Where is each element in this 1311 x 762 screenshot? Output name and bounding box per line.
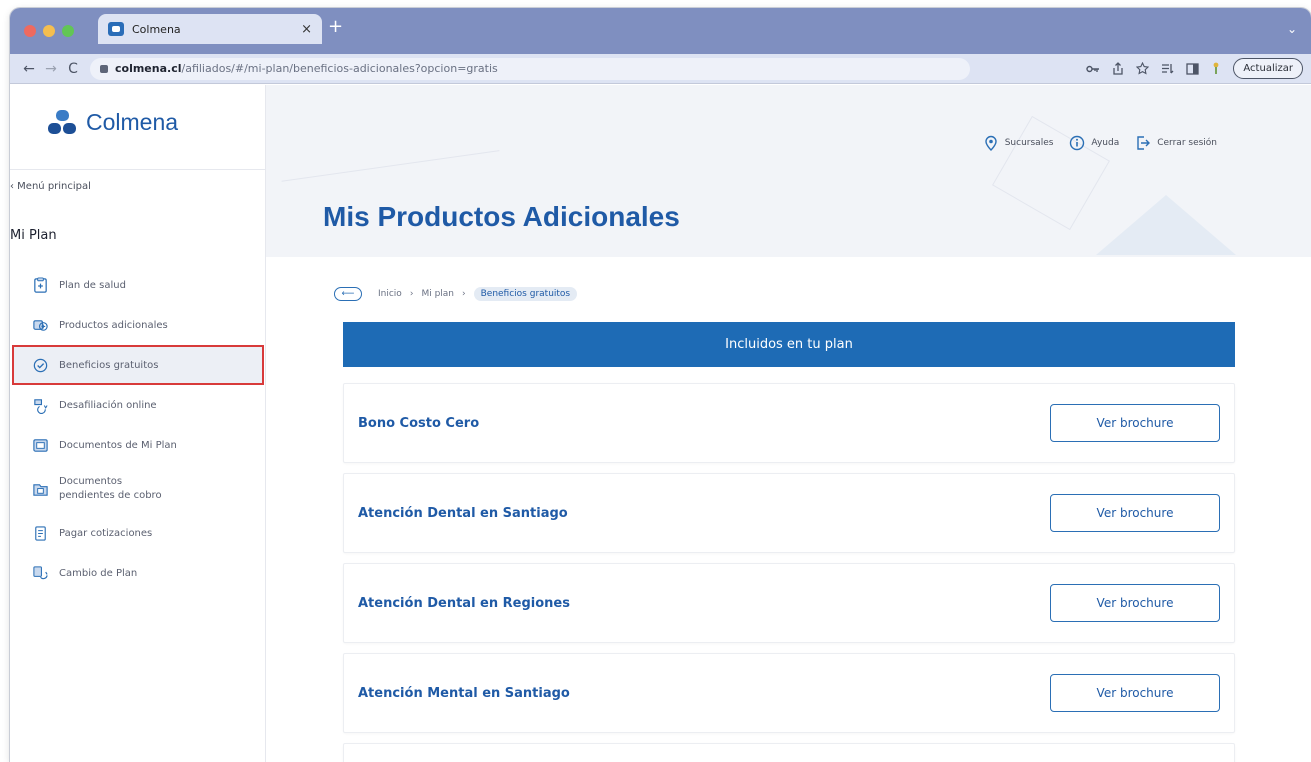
sidebar-nav: Plan de salud Productos adicionales Bene… (10, 265, 266, 593)
breadcrumb-back-button[interactable]: ⟵ (334, 287, 362, 301)
decorative-hexagon (992, 115, 1110, 231)
sidebar-item-productos-adicionales[interactable]: Productos adicionales (10, 305, 266, 345)
url-host: colmena.cl (115, 62, 182, 75)
health-plan-document-icon (34, 276, 47, 293)
sidebar-item-label: Productos adicionales (59, 319, 168, 331)
sidebar-item-label: Documentos de Mi Plan (59, 439, 177, 451)
view-brochure-button[interactable]: Ver brochure (1050, 584, 1220, 622)
colmena-logo-icon (48, 109, 78, 136)
logout-link[interactable]: Cerrar sesión (1135, 135, 1217, 151)
forward-button[interactable]: → (40, 61, 62, 77)
benefit-name: Bono Costo Cero (358, 415, 480, 431)
sidebar: Colmena ‹ Menú principal Mi Plan Plan de… (10, 85, 266, 762)
bookmark-star-icon[interactable] (1136, 62, 1150, 75)
update-browser-button[interactable]: Actualizar (1233, 58, 1303, 79)
benefit-name: Atención Mental en Santiago (358, 685, 570, 701)
minimize-window-button[interactable] (43, 25, 55, 37)
page: Colmena ‹ Menú principal Mi Plan Plan de… (10, 85, 1311, 762)
sidebar-item-documentos-pendientes[interactable]: Documentos pendientes de cobro (10, 465, 266, 513)
plan-documents-icon (33, 438, 48, 452)
browser-toolbar: ← → C colmena.cl /afiliados/#/mi-plan/be… (10, 54, 1311, 84)
breadcrumb-separator: › (409, 289, 414, 299)
branches-label: Sucursales (1004, 138, 1054, 148)
colmena-logo[interactable]: Colmena (48, 109, 178, 136)
branches-link[interactable]: Sucursales (983, 135, 1054, 151)
extension-icon[interactable] (1211, 62, 1221, 75)
key-icon[interactable] (1086, 64, 1100, 74)
sidebar-item-label: Plan de salud (59, 279, 126, 291)
benefit-card: Atención Dental en Santiago Ver brochure (343, 473, 1235, 553)
main-menu-back-link[interactable]: ‹ Menú principal (10, 181, 91, 192)
sidebar-item-label: Beneficios gratuitos (59, 359, 159, 371)
pay-contributions-icon (35, 525, 46, 541)
address-bar[interactable]: colmena.cl /afiliados/#/mi-plan/benefici… (90, 57, 970, 80)
help-link[interactable]: Ayuda (1069, 135, 1119, 151)
section-title: Mi Plan (10, 228, 57, 243)
share-icon[interactable] (1112, 62, 1124, 75)
lock-icon (100, 64, 108, 73)
tab-title: Colmena (132, 22, 181, 36)
info-icon (1070, 135, 1085, 151)
sidebar-item-desafiliacion-online[interactable]: Desafiliación online (10, 385, 266, 425)
window-controls (24, 25, 74, 37)
browser-tab[interactable]: Colmena × (98, 14, 322, 44)
change-plan-icon (33, 565, 48, 579)
sidebar-item-documentos-mi-plan[interactable]: Documentos de Mi Plan (10, 425, 266, 465)
sidebar-item-label: Desafiliación online (59, 399, 157, 411)
breadcrumb-separator: › (462, 289, 466, 299)
view-brochure-button[interactable]: Ver brochure (1050, 404, 1220, 442)
benefit-card-partial (343, 743, 1235, 762)
page-header-banner: Sucursales Ayuda Cerrar sesión Mis Produ… (266, 85, 1311, 257)
benefit-list: Bono Costo Cero Ver brochure Atención De… (343, 383, 1235, 762)
new-tab-button[interactable]: + (328, 18, 343, 36)
sidebar-item-cambio-de-plan[interactable]: Cambio de Plan (10, 553, 266, 593)
close-window-button[interactable] (24, 25, 36, 37)
side-panel-icon[interactable] (1186, 62, 1200, 75)
breadcrumb-item-inicio[interactable]: Inicio (378, 289, 402, 299)
view-brochure-button[interactable]: Ver brochure (1050, 494, 1220, 532)
tab-close-icon[interactable]: × (301, 22, 312, 37)
header-links: Sucursales Ayuda Cerrar sesión (983, 135, 1217, 151)
benefit-card: Bono Costo Cero Ver brochure (343, 383, 1235, 463)
disaffiliation-icon (34, 398, 48, 414)
breadcrumb-item-mi-plan[interactable]: Mi plan (421, 289, 454, 299)
benefit-name: Atención Dental en Santiago (358, 505, 568, 521)
back-button[interactable]: ← (18, 61, 40, 77)
sidebar-item-plan-de-salud[interactable]: Plan de salud (10, 265, 266, 305)
logout-icon (1137, 136, 1151, 150)
location-pin-icon (985, 135, 997, 151)
benefit-card: Atención Dental en Regiones Ver brochure (343, 563, 1235, 643)
browser-window: Colmena × + ⌄ ← → C colmena.cl /afiliado… (10, 8, 1311, 762)
logout-label: Cerrar sesión (1157, 138, 1217, 148)
page-title: Mis Productos Adicionales (323, 201, 680, 232)
benefit-card: Atención Mental en Santiago Ver brochure (343, 653, 1235, 733)
sidebar-item-label: Cambio de Plan (59, 567, 138, 579)
logo-text: Colmena (86, 109, 179, 135)
main-content: Sucursales Ayuda Cerrar sesión Mis Produ… (266, 85, 1311, 762)
badge-check-icon (33, 358, 48, 372)
help-label: Ayuda (1091, 138, 1120, 148)
view-brochure-button[interactable]: Ver brochure (1050, 674, 1220, 712)
sidebar-divider (10, 169, 266, 170)
included-in-plan-banner: Incluidos en tu plan (343, 322, 1235, 367)
sidebar-item-pagar-cotizaciones[interactable]: Pagar cotizaciones (10, 513, 266, 553)
pending-documents-icon (33, 483, 48, 496)
breadcrumb: ⟵ Inicio › Mi plan › Beneficios gratuito… (334, 287, 578, 301)
maximize-window-button[interactable] (62, 25, 74, 37)
benefit-name: Atención Dental en Regiones (358, 595, 570, 611)
sidebar-item-label: Pagar cotizaciones (59, 527, 153, 539)
tab-search-chevron-icon[interactable]: ⌄ (1287, 22, 1297, 36)
url-path: /afiliados/#/mi-plan/beneficios-adiciona… (181, 62, 498, 75)
decorative-triangle (1096, 195, 1236, 255)
breadcrumb-item-current: Beneficios gratuitos (473, 287, 578, 301)
tab-strip: Colmena × + ⌄ (10, 8, 1311, 54)
reload-button[interactable]: C (62, 61, 84, 77)
sidebar-item-beneficios-gratuitos[interactable]: Beneficios gratuitos (12, 345, 264, 385)
sidebar-item-label: Documentos pendientes de cobro (59, 476, 162, 501)
reading-list-icon[interactable] (1161, 63, 1174, 74)
colmena-favicon-icon (108, 22, 124, 36)
additional-products-icon (33, 319, 48, 331)
toolbar-icons: Actualizar (1086, 58, 1303, 79)
